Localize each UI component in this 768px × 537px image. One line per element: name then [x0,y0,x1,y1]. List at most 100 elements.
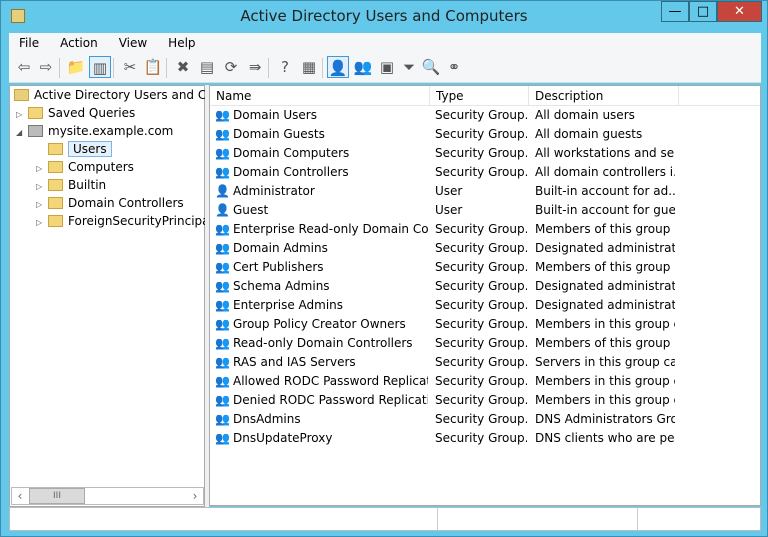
row-description: Members of this group ... [535,260,675,274]
window-title: Active Directory Users and Computers [240,7,528,25]
row-description: Members of this group ... [535,222,675,236]
new-ou-icon: ▣ [379,58,395,76]
row-type: Security Group... [435,222,527,236]
show-tree-button[interactable]: ▥ [89,56,111,78]
group-icon: 👥 [215,431,230,445]
row-type: Security Group... [435,412,527,426]
menu-help[interactable]: Help [158,33,206,53]
list-row[interactable]: 👥 Domain Users Security Group... All domain… [210,106,760,125]
list-row[interactable]: 👥 Domain Admins Security Group... Designate… [210,239,760,258]
row-type: Security Group... [435,260,527,274]
list-row[interactable]: 👥Enterprise Read-only Domain Cont... Secu… [210,220,760,239]
scroll-left-button[interactable]: ‹ [12,488,28,504]
domain-icon [28,125,43,137]
new-user-icon: 👤 [328,59,348,77]
list-row[interactable]: 👥 Allowed RODC Password Replicati... Secur… [210,372,760,391]
paste-button[interactable]: 📋 [142,56,164,78]
properties-icon: ▤ [199,58,215,76]
group-icon: 👥 [215,412,230,426]
scroll-thumb[interactable]: III [29,488,85,504]
group-icon: 👥 [215,298,230,312]
help-button[interactable]: ? [274,56,296,78]
column-type[interactable]: Type [430,86,529,106]
export-list-button[interactable]: ⇛ [244,56,266,78]
delete-button[interactable]: ✖ [172,56,194,78]
list-row[interactable]: 👥 Domain Controllers Security Group... All … [210,163,760,182]
minimize-button[interactable]: — [661,1,689,22]
group-icon: 👥 [215,374,230,388]
row-name: RAS and IAS Servers [233,355,356,369]
tree-item[interactable]: ▷ ForeignSecurityPrincipals [36,212,219,230]
new-user-button[interactable]: 👤 [327,56,349,78]
action-pane-button[interactable]: ▦ [298,56,320,78]
refresh-icon: ⟳ [224,58,238,76]
tree-item[interactable]: ◢ mysite.example.com [16,122,173,140]
tree-item-label: Domain Controllers [68,196,184,210]
menu-action[interactable]: Action [50,33,109,53]
cut-button[interactable]: ✂ [119,56,141,78]
scroll-right-button[interactable]: › [187,488,203,504]
list-row[interactable]: 👥 Denied RODC Password Replicatio... Secur… [210,391,760,410]
row-description: All domain users [535,108,635,122]
list-row[interactable]: 👥 RAS and IAS Servers Security Group... Ser… [210,353,760,372]
list-row[interactable]: 👤 Guest User Built-in account for gue... [210,201,760,220]
forward-button[interactable]: ⇨ [35,56,57,78]
row-name: DnsUpdateProxy [233,431,333,445]
user-icon: 👤 [215,184,230,198]
row-name: Cert Publishers [233,260,324,274]
row-name: Domain Users [233,108,317,122]
forward-icon: ⇨ [39,58,53,76]
list-row[interactable]: 👥 Domain Computers Security Group... All wo… [210,144,760,163]
tree-item[interactable]: ▷ Computers [36,158,134,176]
list-row[interactable]: 👥 DnsUpdateProxy Security Group... DNS clie… [210,429,760,448]
list-row[interactable]: 👥 Enterprise Admins Security Group... Desig… [210,296,760,315]
row-type: Security Group... [435,165,527,179]
tree-item[interactable]: ▷ Saved Queries [16,104,135,122]
column-name[interactable]: Name [210,86,430,106]
maximize-button[interactable]: □ [689,1,717,22]
new-ou-button[interactable]: ▣ [376,56,398,78]
row-type: Security Group... [435,279,527,293]
menu-bar: File Action View Help [9,33,761,53]
back-icon: ⇦ [17,58,31,76]
expander-icon[interactable]: ◢ [16,124,28,142]
group-icon: 👥 [215,222,230,236]
group-icon: 👥 [215,146,230,160]
expander-icon[interactable]: ▷ [36,214,48,232]
list-row[interactable]: 👥 Read-only Domain Controllers Security Gr… [210,334,760,353]
list-row[interactable]: 👥 Schema Admins Security Group... Designate… [210,277,760,296]
tree-root[interactable]: Active Directory Users and Com [14,86,225,104]
list-row[interactable]: 👤 Administrator User Built-in account for a… [210,182,760,201]
up-folder-button[interactable]: 📁 [65,56,87,78]
new-group-icon: 👥 [353,58,373,76]
column-description[interactable]: Description [529,86,679,106]
back-button[interactable]: ⇦ [13,56,35,78]
row-type: User [435,203,463,217]
delete-icon: ✖ [176,58,190,76]
row-type: Security Group... [435,355,527,369]
properties-button[interactable]: ▤ [196,56,218,78]
row-description: Members in this group c... [535,317,675,331]
tree-item[interactable]: ▷ Domain Controllers [36,194,184,212]
find-button[interactable]: 🔍 [420,56,442,78]
row-type: Security Group... [435,108,527,122]
window: Active Directory Users and Computers — □… [0,0,768,537]
menu-file[interactable]: File [9,33,50,53]
folder-icon [48,215,63,227]
group-icon: 👥 [215,241,230,255]
list-row[interactable]: 👥 DnsAdmins Security Group... DNS Administr… [210,410,760,429]
list-row[interactable]: 👥 Group Policy Creator Owners Security Gro… [210,315,760,334]
toolbar: ⇦ ⇨ 📁 ▥ ✂ 📋 ✖ ▤ ⟳ ⇛? ▦ 👤 👥 ▣ ⏷ 🔍 ⚭ [9,53,761,83]
tree-item[interactable]: Users [36,140,112,158]
tree-item[interactable]: ▷ Builtin [36,176,106,194]
list-row[interactable]: 👥 Domain Guests Security Group... All domai… [210,125,760,144]
add-to-group-button[interactable]: ⚭ [443,56,465,78]
tree-horizontal-scrollbar[interactable]: ‹ III › [11,487,204,505]
close-button[interactable]: ✕ [717,1,762,22]
new-group-button[interactable]: 👥 [352,56,374,78]
list-row[interactable]: 👥 Cert Publishers Security Group... Members… [210,258,760,277]
filter-button[interactable]: ⏷ [398,56,420,78]
row-description: Designated administrato... [535,279,675,293]
menu-view[interactable]: View [109,33,158,53]
refresh-button[interactable]: ⟳ [220,56,242,78]
